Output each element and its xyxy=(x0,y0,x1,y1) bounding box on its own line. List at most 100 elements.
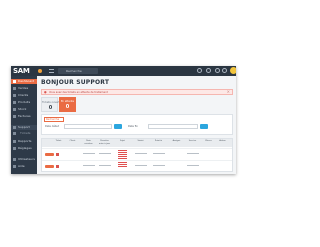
stat-label: Tickets ouverts xyxy=(42,101,61,104)
filter-label-end: Date fin xyxy=(128,125,138,128)
table-cell xyxy=(135,165,147,166)
table-header-cell: Ticket xyxy=(55,140,62,142)
subject-line xyxy=(118,166,127,167)
table-header-cell: Client xyxy=(69,140,76,142)
sidebar-item-icon xyxy=(13,80,16,83)
sidebar-item-label: Dashboard xyxy=(18,79,35,83)
table-header-cell: Dernière mise à jour xyxy=(98,140,111,145)
table-cell xyxy=(99,153,111,154)
sidebar-item-icon xyxy=(13,87,16,90)
sidebar-item-label: Support xyxy=(18,125,30,129)
subject-line xyxy=(118,162,127,163)
sidebar-item-icon xyxy=(13,94,16,97)
table-header-cell: Sujet xyxy=(119,140,126,142)
table-header-cell: Action xyxy=(219,140,226,142)
table-header-cell: Service xyxy=(188,140,197,142)
message-icon[interactable] xyxy=(206,68,211,73)
table-header: Ticket Client Date création Dernière mise à… xyxy=(42,139,232,147)
table-cell xyxy=(153,165,165,166)
subject-line xyxy=(118,164,127,165)
table-header-cell: Statut xyxy=(137,140,144,142)
sidebar-item-label: Stock xyxy=(18,107,27,111)
settings-icon[interactable] xyxy=(215,68,220,73)
flag-icon xyxy=(56,165,59,168)
flag-icon xyxy=(56,153,59,156)
sidebar-item-label: Clients xyxy=(18,93,29,97)
table-header-cell: Pièces xyxy=(205,140,212,142)
table-cell xyxy=(153,153,165,154)
table-header-cell: Assigné xyxy=(172,140,181,142)
sidebar-item-label: Réglages xyxy=(18,146,32,150)
sidebar-item-icon xyxy=(13,108,16,111)
table-row[interactable] xyxy=(42,160,232,173)
stat-card-open[interactable]: Tickets ouverts 0 xyxy=(41,97,61,112)
filter-tab[interactable]: Recherche xyxy=(44,117,64,122)
logo-dot-icon xyxy=(38,69,42,73)
sidebar-item-icon xyxy=(13,165,16,168)
sidebar-item-icon xyxy=(13,115,16,118)
date-end-field[interactable] xyxy=(148,124,198,129)
subject-list xyxy=(118,150,127,160)
table-cell xyxy=(83,153,95,154)
main-content: BONJOUR SUPPORT ● Vous avez des tickets … xyxy=(37,76,236,174)
table-cell xyxy=(187,153,199,154)
sidebar-item-icon xyxy=(13,126,16,129)
sidebar-item-label: Tickets xyxy=(20,131,31,135)
subject-line xyxy=(118,156,127,157)
filter-label-start: Date début xyxy=(45,125,60,128)
stat-value: 0 xyxy=(65,104,70,110)
sidebar-item-icon xyxy=(13,101,16,104)
notification-icon[interactable] xyxy=(197,68,202,73)
sidebar: Dashboard Ventes Clients Produits Stock Factu… xyxy=(11,76,37,174)
sidebar-item[interactable]: Ventes xyxy=(11,86,37,91)
date-start-field[interactable] xyxy=(64,124,112,129)
subject-line xyxy=(118,150,127,151)
close-icon[interactable]: × xyxy=(227,90,230,94)
view-ticket-button[interactable] xyxy=(45,165,54,168)
table-header-cell: Priorité xyxy=(154,140,163,142)
sidebar-item[interactable]: Tickets xyxy=(11,131,37,136)
sidebar-item[interactable]: Stock xyxy=(11,107,37,112)
sidebar-item[interactable]: Factures xyxy=(11,114,37,119)
alert-text: Vous avez des tickets en attente de trai… xyxy=(49,91,108,94)
user-avatar[interactable] xyxy=(230,67,236,74)
table-cell xyxy=(187,165,199,166)
sidebar-item-icon xyxy=(13,140,16,143)
stat-label: En attente xyxy=(60,100,75,103)
sidebar-item-icon xyxy=(13,147,16,150)
table-cell xyxy=(83,165,95,166)
sidebar-item-icon xyxy=(13,132,16,135)
apply-button[interactable] xyxy=(200,124,208,129)
subject-line xyxy=(118,158,127,159)
sidebar-item[interactable]: Clients xyxy=(11,93,37,98)
alert-banner: ● Vous avez des tickets en attente de tr… xyxy=(41,89,233,95)
search-button[interactable] xyxy=(114,124,122,129)
table-cell xyxy=(99,165,111,166)
menu-toggle-icon[interactable] xyxy=(49,69,54,73)
sidebar-item[interactable]: Produits xyxy=(11,100,37,105)
subject-list xyxy=(118,162,127,168)
help-icon[interactable] xyxy=(222,68,227,73)
alert-icon: ● xyxy=(44,90,47,94)
view-ticket-button[interactable] xyxy=(45,153,54,156)
subject-line xyxy=(118,152,127,153)
sidebar-item[interactable]: Rapports xyxy=(11,139,37,144)
sidebar-item[interactable]: Support xyxy=(11,125,37,130)
sidebar-item[interactable]: Aide xyxy=(11,164,37,169)
filter-panel: Recherche Date début Date fin xyxy=(41,114,233,135)
stat-card-pending[interactable]: En attente 0 xyxy=(59,97,76,112)
sidebar-item-label: Rapports xyxy=(18,139,32,143)
sidebar-item[interactable]: Réglages xyxy=(11,146,37,151)
sidebar-item-label: Aide xyxy=(18,164,25,168)
stat-value: 0 xyxy=(48,105,53,111)
sidebar-item[interactable]: Dashboard xyxy=(11,79,37,84)
app-logo[interactable]: SAM xyxy=(13,67,30,75)
sidebar-item[interactable]: Utilisateurs xyxy=(11,157,37,162)
app-window: SAM Recherche Dashboard Ventes Clients Prod… xyxy=(11,66,236,174)
sidebar-item-label: Produits xyxy=(18,100,31,104)
sidebar-item-icon xyxy=(13,158,16,161)
search-placeholder: Recherche xyxy=(66,69,82,73)
table-cell xyxy=(135,153,147,154)
top-bar: SAM Recherche xyxy=(11,66,236,76)
filter-tab-label: Recherche xyxy=(46,118,60,121)
